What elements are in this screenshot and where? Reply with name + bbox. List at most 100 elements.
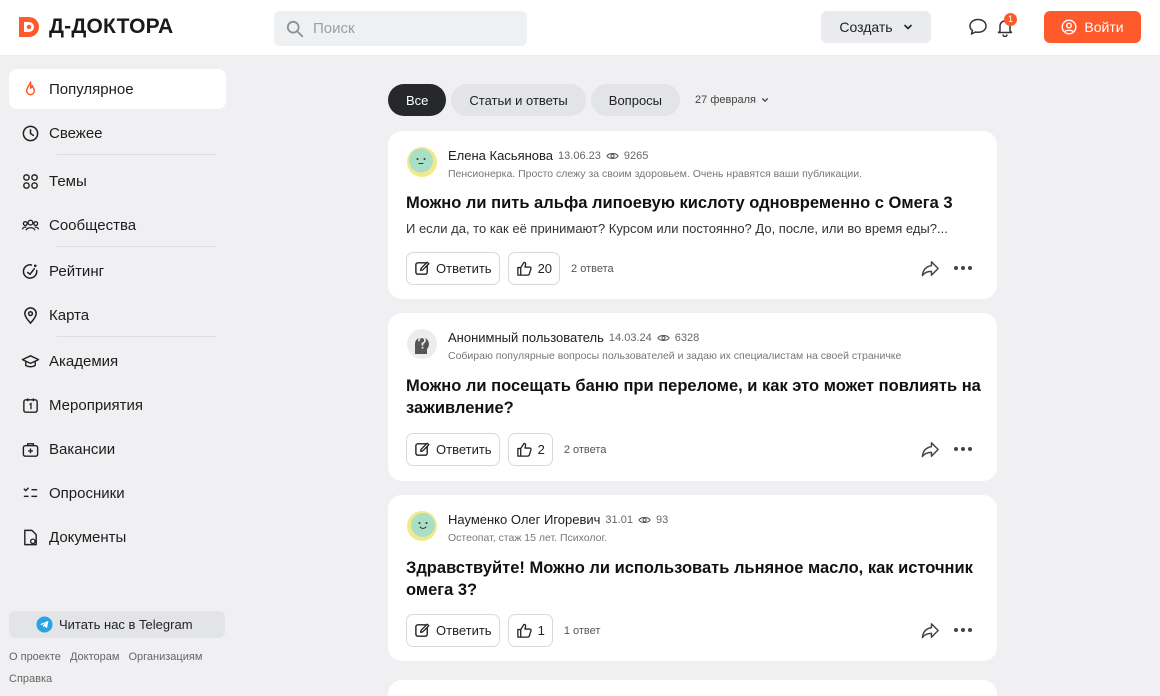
- document-icon: [20, 527, 40, 547]
- grid-icon: [20, 171, 40, 191]
- logo-icon: [19, 17, 39, 37]
- author-description: Пенсионерка. Просто слежу за своим здоро…: [448, 168, 862, 180]
- reply-label: Ответить: [436, 623, 492, 638]
- tab-questions[interactable]: Вопросы: [590, 84, 681, 116]
- answers-count[interactable]: 1 ответ: [564, 625, 601, 637]
- sidebar-item-map[interactable]: Карта: [9, 295, 226, 335]
- date-filter[interactable]: 27 февраля: [695, 94, 769, 106]
- sidebar-item-academy[interactable]: Академия: [9, 341, 226, 381]
- users-icon: [20, 215, 40, 235]
- footer-links: О проекте Докторам Организациям Справка: [9, 646, 224, 690]
- sidebar-item-label: Мероприятия: [49, 396, 144, 414]
- date-filter-label: 27 февраля: [695, 94, 756, 106]
- sidebar-item-label: Популярное: [49, 80, 134, 98]
- footer-link-about[interactable]: О проекте: [9, 651, 61, 663]
- avatar[interactable]: [406, 146, 438, 178]
- logo-text: Д-ДОКТОРА: [49, 15, 174, 38]
- sidebar-nav: Популярное Свежее Темы Сообщества Рейтин…: [9, 69, 226, 557]
- avatar[interactable]: [406, 328, 438, 360]
- post-card[interactable]: Анонимный пользователь 14.03.24 6328 Соб…: [388, 313, 997, 481]
- sidebar-item-popular[interactable]: Популярное: [9, 69, 226, 109]
- graduation-cap-icon: [20, 351, 40, 371]
- like-count: 1: [537, 623, 545, 638]
- eye-icon: [638, 516, 651, 523]
- post-card[interactable]: Науменко Олег Игоревич 31.01 93 Остеопат…: [388, 495, 997, 661]
- sidebar-item-topics[interactable]: Темы: [9, 161, 226, 201]
- sidebar-divider: [57, 154, 216, 155]
- avatar[interactable]: [406, 510, 438, 542]
- answers-count[interactable]: 2 ответа: [571, 263, 614, 275]
- like-button[interactable]: 2: [507, 433, 553, 466]
- reply-button[interactable]: Ответить: [406, 614, 500, 647]
- top-header: Д-ДОКТОРА Создать 1 Войти: [0, 0, 1160, 56]
- search-icon: [286, 20, 304, 37]
- sidebar-item-label: Вакансии: [49, 440, 116, 458]
- more-icon[interactable]: [953, 265, 973, 271]
- author-line: Анонимный пользователь 14.03.24 6328: [448, 330, 699, 345]
- post-title[interactable]: Здравствуйте! Можно ли использовать льня…: [406, 557, 986, 601]
- site-logo[interactable]: Д-ДОКТОРА: [17, 14, 173, 40]
- post-title[interactable]: Можно ли посещать баню при переломе, и к…: [406, 375, 986, 419]
- sidebar-item-label: Опросники: [49, 484, 125, 502]
- footer-link-organizations[interactable]: Организациям: [128, 651, 202, 663]
- login-button[interactable]: Войти: [1044, 11, 1141, 43]
- telegram-button[interactable]: Читать нас в Telegram: [9, 611, 225, 638]
- like-button[interactable]: 20: [507, 252, 561, 285]
- edit-icon: [415, 623, 430, 637]
- eye-icon: [606, 152, 619, 159]
- telegram-label: Читать нас в Telegram: [59, 617, 193, 632]
- post-card[interactable]: [388, 680, 997, 696]
- post-card[interactable]: Елена Касьянова 13.06.23 9265 Пенсионерк…: [388, 131, 997, 299]
- author-name[interactable]: Анонимный пользователь: [448, 330, 604, 345]
- sidebar-item-label: Темы: [49, 172, 87, 190]
- sidebar-item-fresh[interactable]: Свежее: [9, 113, 226, 153]
- thumbs-up-icon: [516, 442, 532, 457]
- fire-icon: [20, 79, 40, 99]
- post-date: 14.03.24: [608, 331, 652, 344]
- author-name[interactable]: Науменко Олег Игоревич: [448, 512, 600, 527]
- footer-link-help[interactable]: Справка: [9, 673, 52, 685]
- share-icon[interactable]: [920, 620, 941, 641]
- author-description: Собираю популярные вопросы пользователей…: [448, 350, 902, 362]
- more-icon[interactable]: [953, 627, 973, 633]
- author-line: Науменко Олег Игоревич 31.01 93: [448, 512, 668, 527]
- search-input[interactable]: [313, 20, 503, 37]
- sidebar-item-label: Сообщества: [49, 216, 137, 234]
- more-icon[interactable]: [953, 446, 973, 452]
- sidebar-item-documents[interactable]: Документы: [9, 517, 226, 557]
- like-button[interactable]: 1: [507, 614, 553, 647]
- post-date: 31.01: [605, 513, 633, 526]
- like-count: 2: [537, 442, 545, 457]
- edit-icon: [415, 442, 430, 456]
- sidebar-item-communities[interactable]: Сообщества: [9, 205, 226, 245]
- answers-count[interactable]: 2 ответа: [564, 444, 607, 456]
- sidebar-divider: [57, 246, 216, 247]
- create-label: Создать: [839, 19, 893, 35]
- footer-link-doctors[interactable]: Докторам: [70, 651, 119, 663]
- reply-button[interactable]: Ответить: [406, 433, 500, 466]
- login-label: Войти: [1084, 19, 1124, 35]
- chevron-down-icon: [903, 24, 912, 30]
- survey-icon: [20, 483, 40, 503]
- reply-button[interactable]: Ответить: [406, 252, 500, 285]
- thumbs-up-icon: [516, 623, 532, 638]
- sidebar-item-vacancies[interactable]: Вакансии: [9, 429, 226, 469]
- tab-all[interactable]: Все: [388, 84, 447, 116]
- sidebar-item-events[interactable]: Мероприятия: [9, 385, 226, 425]
- sidebar-item-rating[interactable]: Рейтинг: [9, 251, 226, 291]
- author-description: Остеопат, стаж 15 лет. Психолог.: [448, 532, 607, 544]
- sidebar-item-label: Карта: [49, 306, 90, 324]
- sidebar-item-label: Академия: [49, 352, 119, 370]
- create-button[interactable]: Создать: [821, 11, 931, 43]
- post-title[interactable]: Можно ли пить альфа липоевую кислоту одн…: [406, 192, 986, 214]
- tab-articles-answers[interactable]: Статьи и ответы: [451, 84, 586, 116]
- rating-icon: [20, 261, 40, 281]
- share-icon[interactable]: [920, 258, 941, 279]
- thumbs-up-icon: [516, 261, 532, 276]
- share-icon[interactable]: [920, 439, 941, 460]
- chat-icon[interactable]: [968, 17, 988, 37]
- sidebar-item-surveys[interactable]: Опросники: [9, 473, 226, 513]
- view-count: 9265: [623, 149, 649, 162]
- author-name[interactable]: Елена Касьянова: [448, 148, 553, 163]
- search-box[interactable]: [274, 11, 527, 46]
